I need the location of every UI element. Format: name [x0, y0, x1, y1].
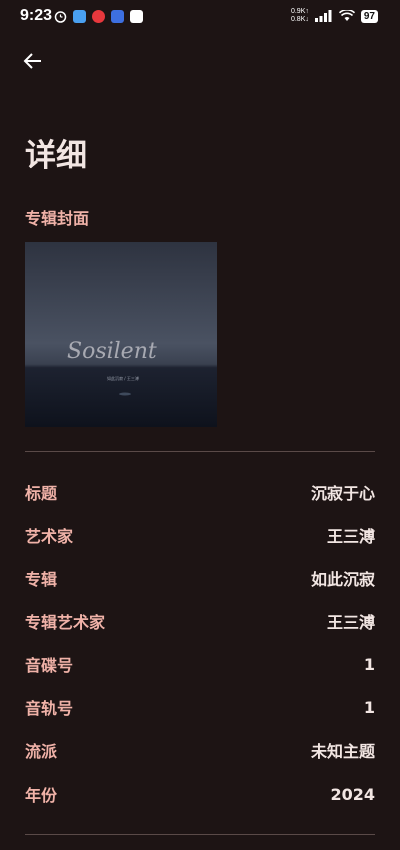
signal-icon	[314, 10, 332, 22]
detail-label: 专辑	[25, 570, 58, 589]
app-icon	[73, 10, 86, 23]
status-bar: 9:23 0.9K↑ 0.8K↓ 97	[0, 0, 400, 36]
detail-row-album-artist: 专辑艺术家 王三溥	[25, 607, 375, 635]
page-title: 详细	[25, 138, 87, 174]
detail-label: 音碟号	[25, 656, 74, 675]
net-down: 0.8K↓	[290, 16, 309, 23]
battery-indicator: 97	[360, 9, 378, 23]
detail-label: 艺术家	[25, 527, 74, 546]
net-up: 0.9K↑	[290, 8, 309, 15]
arrow-left-icon	[23, 53, 41, 69]
detail-row-artist: 艺术家 王三溥	[25, 521, 375, 549]
detail-value: 未知主题	[310, 742, 375, 761]
cover-title-text: Sosilent	[67, 339, 157, 364]
detail-label: 年份	[25, 786, 58, 805]
detail-value: 王三溥	[326, 613, 375, 632]
divider-top	[25, 451, 375, 452]
detail-label: 标题	[25, 484, 58, 503]
app-icon	[92, 10, 105, 23]
detail-row-title: 标题 沉寂于心	[25, 478, 375, 506]
status-time: 9:23	[20, 7, 53, 24]
detail-row-year: 年份 2024	[25, 780, 375, 808]
detail-value: 1	[363, 654, 375, 674]
detail-value: 王三溥	[326, 527, 375, 546]
detail-row-disc-number: 音碟号 1	[25, 650, 375, 678]
detail-label: 流派	[25, 742, 58, 761]
detail-label: 专辑艺术家	[25, 613, 106, 632]
detail-value: 2024	[330, 784, 375, 804]
album-cover-art: Sosilent 如此沉寂 / 王三溥	[25, 242, 217, 427]
app-icon	[130, 10, 143, 23]
wifi-icon	[338, 10, 355, 21]
detail-value: 沉寂于心	[310, 484, 375, 503]
back-button[interactable]	[20, 48, 46, 74]
album-cover-image[interactable]: Sosilent 如此沉寂 / 王三溥	[25, 242, 217, 427]
detail-label: 音轨号	[25, 699, 74, 718]
detail-row-genre: 流派 未知主题	[25, 736, 375, 764]
album-cover-label: 专辑封面	[25, 209, 90, 228]
divider-bottom	[25, 834, 375, 835]
detail-row-track-number: 音轨号 1	[25, 693, 375, 721]
detail-value: 如此沉寂	[310, 570, 375, 589]
detail-value: 1	[363, 697, 375, 717]
alarm-icon	[54, 11, 67, 23]
notification-icons	[54, 10, 143, 23]
cover-subtitle-text: 如此沉寂 / 王三溥	[107, 375, 139, 381]
app-icon	[111, 10, 124, 23]
status-right: 0.9K↑ 0.8K↓ 97	[291, 8, 378, 24]
net-speed: 0.9K↑ 0.8K↓	[291, 8, 309, 24]
detail-row-album: 专辑 如此沉寂	[25, 564, 375, 592]
